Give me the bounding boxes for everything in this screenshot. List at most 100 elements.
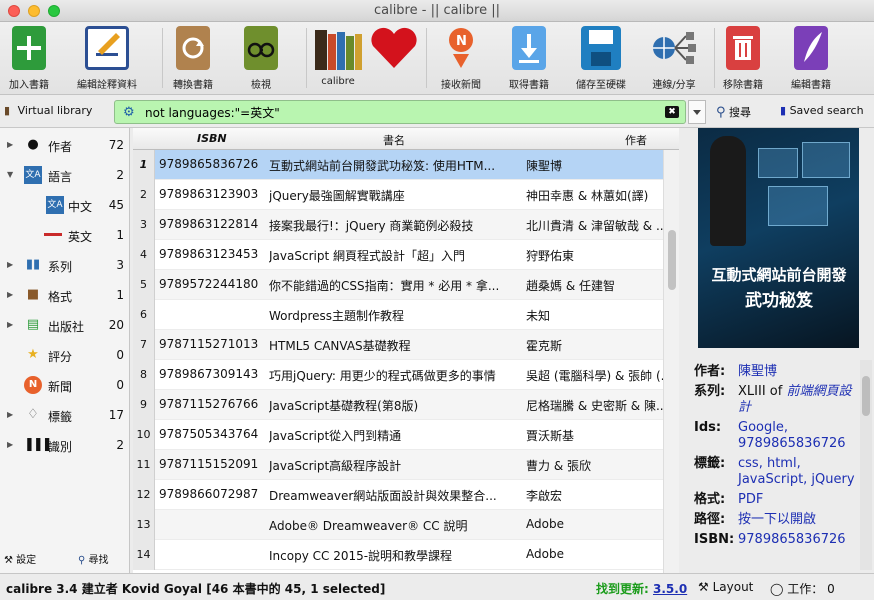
table-row[interactable]: 12 9789866072987 Dreamweaver網站版面設計與效果整合.… [133, 480, 663, 510]
update-version-link[interactable]: 3.5.0 [653, 582, 687, 596]
row-number: 11 [133, 450, 155, 480]
author-link[interactable]: 陳聖博 [738, 364, 860, 380]
saved-search-button[interactable]: ▮ Saved search [780, 104, 864, 117]
table-row[interactable]: 5 9789572244180 你不能錯過的CSS指南：實用 * 必用 * 拿.… [133, 270, 663, 300]
tag-item-english[interactable]: 英文 1 [0, 220, 130, 250]
row-number: 3 [133, 210, 155, 240]
save-disk-button[interactable]: 儲存至硬碟 [572, 26, 630, 91]
cell-title: JavaScript從入門到精通 [269, 429, 402, 443]
search-input[interactable] [145, 103, 645, 121]
search-box[interactable]: ⚙ ✖ [114, 100, 686, 124]
tag-category-tags[interactable]: ▶ ♢ 標籤 17 [0, 400, 130, 430]
cover-figure [710, 136, 746, 246]
book-list-scrollbar[interactable] [663, 150, 679, 573]
details-scrollbar[interactable] [860, 360, 872, 570]
table-row[interactable]: 9 9787115276766 JavaScript基礎教程(第8版) 尼格瑞騰… [133, 390, 666, 420]
connect-share-icon [650, 26, 698, 70]
book-cover[interactable]: 互動式網站前台開發 武功秘笈 [698, 128, 859, 348]
tag-item-chinese[interactable]: 文A 中文 45 [0, 190, 130, 220]
collapse-arrow-icon[interactable]: ▼ [7, 170, 13, 179]
tag-category-series[interactable]: ▶ ▮▮ 系列 3 [0, 250, 130, 280]
cell-author: 李啟宏 [526, 489, 563, 503]
table-row[interactable]: 13 Adobe® Dreamweaver® CC 說明 Adobe [133, 510, 663, 540]
view-book-button[interactable]: 檢視 [236, 26, 286, 91]
cell-author: 神田幸惠 & 林蕙如(譯) [526, 189, 649, 203]
expand-arrow-icon[interactable]: ▶ [7, 320, 13, 329]
cell-title: JavaScript基礎教程(第8版) [269, 399, 419, 413]
add-book-button[interactable]: 加入書籍 [4, 26, 54, 91]
scrollbar-thumb[interactable] [862, 376, 870, 416]
jobs-indicator[interactable]: ◯ 工作： 0 [770, 580, 835, 597]
jobs-label: 工作： 0 [787, 582, 835, 596]
table-row[interactable]: 8 9789867309143 巧用jQuery: 用更少的程式碼做更多的事情 … [133, 360, 666, 390]
tag-category-count: 0 [116, 378, 124, 392]
edit-book-button[interactable]: 編輯書籍 [786, 26, 836, 91]
add-book-icon [12, 26, 46, 70]
find-button[interactable]: ⚲ 尋找 [78, 551, 109, 566]
remove-book-label: 移除書籍 [723, 80, 763, 91]
table-row[interactable]: 2 9789863123903 jQuery最強圖解實戰講座 神田幸惠 & 林蕙… [133, 180, 663, 210]
column-header-title[interactable]: 書名 [383, 132, 405, 148]
scrollbar-thumb[interactable] [668, 230, 676, 290]
cell-author: 北川貴清 & 津留敏哉 & ... [526, 219, 666, 233]
column-header-author[interactable]: 作者 [625, 132, 647, 148]
tag-category-count: 1 [116, 288, 124, 302]
donate-button[interactable] [368, 26, 420, 76]
cell-author: 吳超 (電腦科學) & 張帥 (... [526, 369, 666, 383]
expand-arrow-icon[interactable]: ▶ [7, 440, 13, 449]
path-link[interactable]: 按一下以開啟 [738, 512, 860, 528]
tag-category-languages[interactable]: ▼ 文A 語言 2 [0, 160, 130, 190]
cell-title: Adobe® Dreamweaver® CC 說明 [269, 519, 468, 533]
tag-category-news[interactable]: N 新聞 0 [0, 370, 130, 400]
tag-category-label: 識別 [48, 440, 73, 454]
gear-icon[interactable]: ⚙ [123, 105, 135, 120]
search-history-dropdown[interactable] [688, 100, 706, 124]
tag-category-label: 標籤 [48, 410, 73, 424]
metadata-key: ISBN: [694, 532, 735, 547]
clear-search-icon[interactable]: ✖ [665, 106, 679, 118]
settings-button[interactable]: ⚒ 設定 [4, 551, 36, 566]
isbn-link[interactable]: 9789865836726 [738, 532, 860, 548]
table-row[interactable]: 3 9789863122814 接案我最行!：jQuery 商業範例必殺技 北川… [133, 210, 666, 240]
expand-arrow-icon[interactable]: ▶ [7, 410, 13, 419]
library-button[interactable]: calibre [312, 26, 364, 87]
format-link[interactable]: PDF [738, 492, 860, 508]
tag-icon: ♢ [27, 407, 39, 422]
tag-category-identifiers[interactable]: ▶ ❚❚❚ 識別 2 [0, 430, 130, 460]
publisher-icon: ▤ [26, 317, 40, 332]
virtual-library-button[interactable]: ▮ Virtual library [4, 104, 92, 117]
expand-arrow-icon[interactable]: ▶ [7, 290, 13, 299]
expand-arrow-icon[interactable]: ▶ [7, 260, 13, 269]
column-header-isbn[interactable]: ISBN [197, 132, 227, 145]
row-number: 1 [133, 150, 155, 180]
tag-category-label: 作者 [48, 140, 73, 154]
cell-title: 巧用jQuery: 用更少的程式碼做更多的事情 [269, 369, 496, 383]
news-icon: N [24, 376, 42, 394]
get-books-button[interactable]: 取得書籍 [504, 26, 554, 91]
table-row[interactable]: 7 9787115271013 HTML5 CANVAS基礎教程 霍克斯 [133, 330, 663, 360]
tag-category-authors[interactable]: ▶ ● 作者 72 [0, 130, 130, 160]
tag-category-formats[interactable]: ▶ ■ 格式 1 [0, 280, 130, 310]
layout-button[interactable]: ⚒ Layout [698, 580, 753, 594]
row-number: 2 [133, 180, 155, 210]
metadata-row-ids: Ids: Google, 9789865836726 [694, 420, 860, 452]
edit-metadata-button[interactable]: 編輯詮釋資料 [72, 26, 142, 91]
fetch-news-button[interactable]: N 接收新聞 [436, 26, 486, 91]
tag-category-publishers[interactable]: ▶ ▤ 出版社 20 [0, 310, 130, 340]
fetch-news-icon: N [444, 26, 478, 70]
remove-book-button[interactable]: 移除書籍 [718, 26, 768, 91]
cell-title: 接案我最行!：jQuery 商業範例必殺技 [269, 219, 474, 233]
connect-share-button[interactable]: 連線/分享 [648, 26, 700, 91]
table-row[interactable]: 11 9787115152091 JavaScript高級程序設計 曹力 & 張… [133, 450, 663, 480]
convert-book-button[interactable]: 轉換書籍 [168, 26, 218, 91]
table-row[interactable]: 10 9787505343764 JavaScript從入門到精通 賈沃斯基 [133, 420, 663, 450]
table-row[interactable]: 4 9789863123453 JavaScript 網頁程式設計「超」入門 狩… [133, 240, 663, 270]
expand-arrow-icon[interactable]: ▶ [7, 140, 13, 149]
table-row[interactable]: 1 9789865836726 互動式網站前台開發武功秘笈: 使用HTM... … [133, 150, 663, 180]
search-button[interactable]: ⚲ 搜尋 [716, 104, 751, 120]
ids-link[interactable]: Google, 9789865836726 [738, 420, 860, 452]
table-row[interactable]: 14 Incopy CC 2015-說明和教學課程 Adobe [133, 540, 663, 570]
tags-link[interactable]: css, html, JavaScript, jQuery [738, 456, 860, 488]
table-row[interactable]: 6 Wordpress主題制作教程 未知 [133, 300, 663, 330]
tag-category-rating[interactable]: ★ 評分 0 [0, 340, 130, 370]
